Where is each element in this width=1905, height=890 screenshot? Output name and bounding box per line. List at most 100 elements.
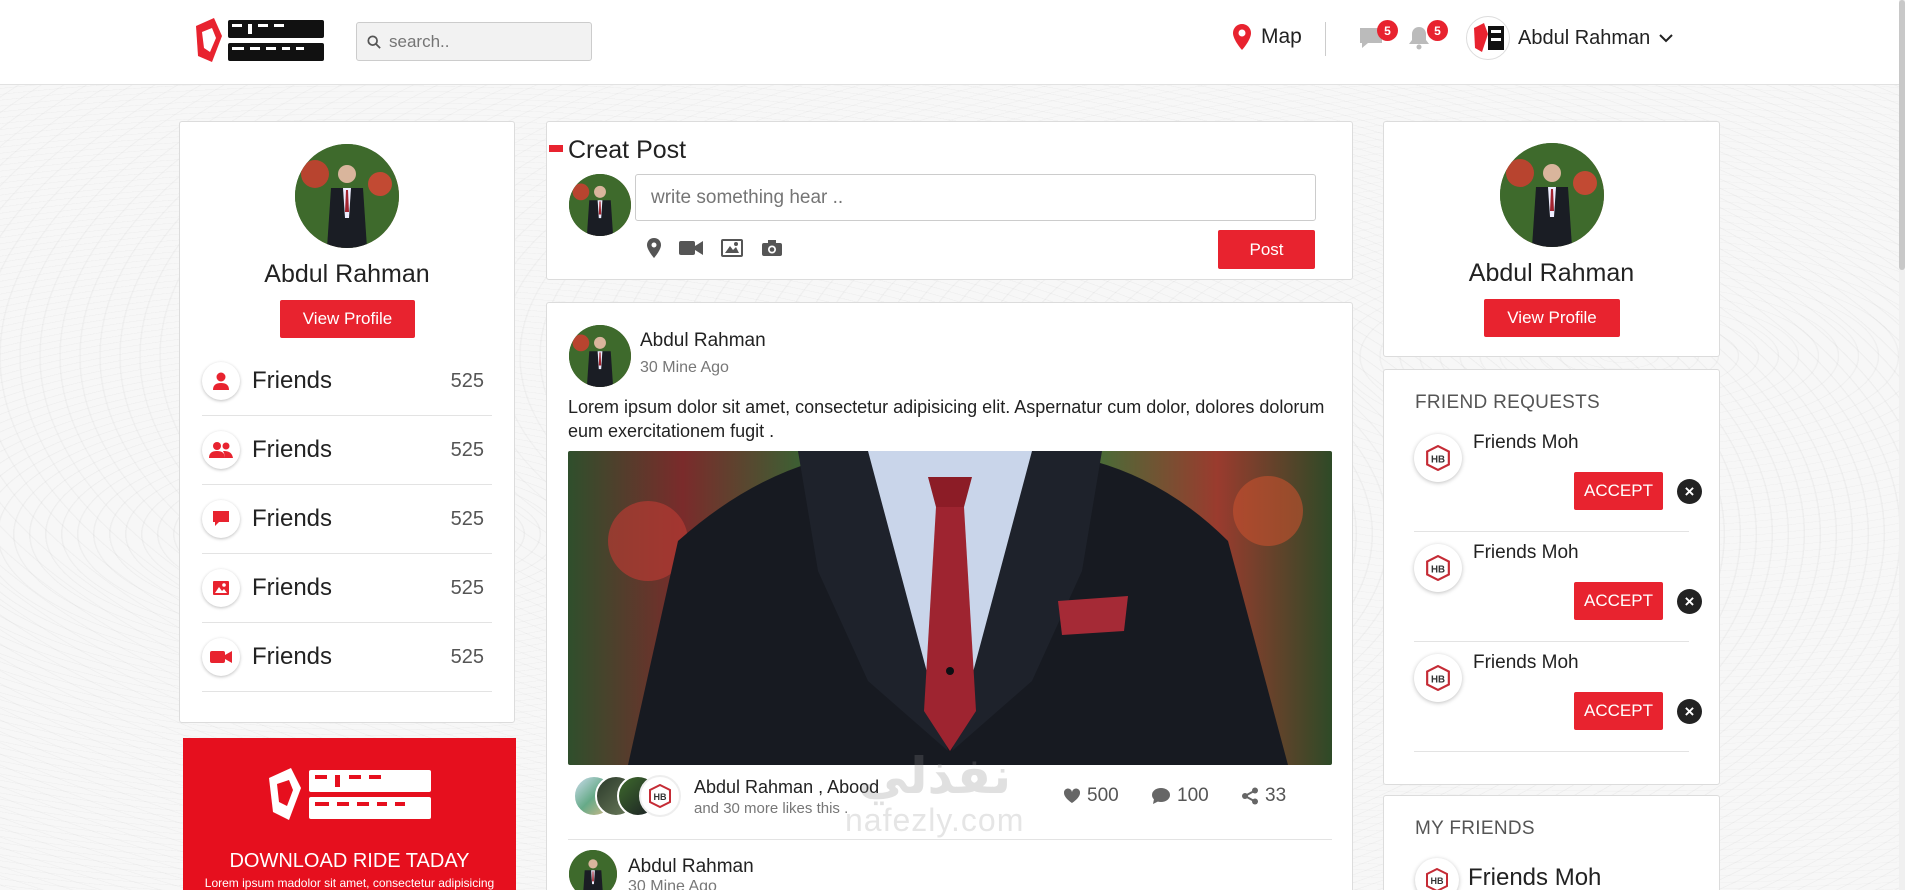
create-post-title: Creat Post bbox=[568, 136, 687, 164]
share-count: 33 bbox=[1265, 785, 1287, 806]
friend-request-item: HB Friends Moh ACCEPT × bbox=[1414, 422, 1702, 532]
user-avatar bbox=[1466, 16, 1510, 60]
share-icon bbox=[1242, 787, 1258, 805]
post-image[interactable] bbox=[568, 451, 1332, 765]
top-navbar: Map 5 5 Abdul Rahman bbox=[0, 0, 1905, 85]
scrollbar-track[interactable] bbox=[1899, 0, 1905, 890]
profile-photo[interactable] bbox=[295, 144, 399, 248]
chevron-down-icon bbox=[1659, 34, 1674, 43]
stat-row-photos[interactable]: Friends 525 bbox=[202, 554, 492, 623]
right-profile-name: Abdul Rahman bbox=[1468, 259, 1635, 287]
messages-button[interactable]: 5 bbox=[1358, 20, 1398, 52]
decline-close-icon[interactable]: × bbox=[1677, 699, 1702, 724]
stat-label: Friends bbox=[252, 643, 333, 670]
friend-name[interactable]: Friends Moh bbox=[1468, 864, 1601, 890]
request-avatar[interactable]: HB bbox=[1414, 654, 1462, 702]
friend-avatar[interactable]: HB bbox=[1415, 858, 1459, 890]
stats-list: Friends 525 Friends 525 Friends 525 Frie… bbox=[180, 347, 514, 692]
users-icon bbox=[202, 431, 240, 469]
request-name[interactable]: Friends Moh bbox=[1473, 542, 1579, 564]
friend-request-item: HB Friends Moh ACCEPT × bbox=[1414, 532, 1702, 642]
user-menu[interactable]: Abdul Rahman bbox=[1466, 16, 1674, 60]
notifications-button[interactable]: 5 bbox=[1408, 20, 1448, 52]
right-view-profile-button[interactable]: View Profile bbox=[1484, 299, 1620, 337]
likers-more: and 30 more likes this . bbox=[694, 800, 849, 817]
comment-icon bbox=[202, 500, 240, 538]
image-icon[interactable] bbox=[721, 239, 743, 257]
stat-count: 525 bbox=[450, 438, 484, 461]
stat-row-messages[interactable]: Friends 525 bbox=[202, 485, 492, 554]
video-camera-icon[interactable] bbox=[679, 240, 703, 256]
post-timestamp: 30 Mine Ago bbox=[640, 359, 729, 376]
comment-author-avatar[interactable] bbox=[569, 850, 617, 890]
ride-traxx-logo[interactable] bbox=[192, 16, 327, 66]
request-avatar[interactable]: HB bbox=[1414, 434, 1462, 482]
stat-count: 525 bbox=[450, 507, 484, 530]
search-icon bbox=[367, 34, 381, 49]
search-input[interactable] bbox=[389, 31, 569, 52]
decline-close-icon[interactable]: × bbox=[1677, 589, 1702, 614]
camera-icon[interactable] bbox=[761, 239, 783, 257]
comment-timestamp: 30 Mine Ago bbox=[628, 878, 717, 890]
post-body-text: Lorem ipsum dolor sit amet, consectetur … bbox=[568, 397, 1325, 441]
request-name[interactable]: Friends Moh bbox=[1473, 652, 1579, 674]
divider bbox=[568, 839, 1332, 840]
scrollbar-thumb[interactable] bbox=[1899, 0, 1905, 270]
heart-icon bbox=[1063, 788, 1081, 803]
svg-text:HB: HB bbox=[1431, 876, 1444, 886]
my-friends-card: MY FRIENDS HB Friends Moh bbox=[1383, 795, 1720, 890]
messages-badge: 5 bbox=[1377, 20, 1398, 41]
friend-requests-list: HB Friends Moh ACCEPT × HB Friends Moh A… bbox=[1384, 422, 1719, 752]
request-avatar[interactable]: HB bbox=[1414, 544, 1462, 592]
map-label: Map bbox=[1261, 25, 1302, 48]
user-icon bbox=[202, 362, 240, 400]
image-icon bbox=[202, 569, 240, 607]
map-link[interactable]: Map bbox=[1233, 24, 1302, 50]
header-divider bbox=[1325, 22, 1326, 56]
stat-count: 525 bbox=[450, 645, 484, 668]
ride-traxx-promo-logo bbox=[269, 768, 431, 820]
svg-text:HB: HB bbox=[654, 792, 667, 802]
post-text-input[interactable] bbox=[635, 174, 1316, 221]
like-button[interactable]: 500 bbox=[1063, 785, 1119, 807]
stat-row-videos[interactable]: Friends 525 bbox=[202, 623, 492, 692]
accept-button[interactable]: ACCEPT bbox=[1574, 692, 1663, 730]
svg-text:HB: HB bbox=[1431, 454, 1445, 465]
comment-author-name[interactable]: Abdul Rahman bbox=[628, 856, 754, 878]
search-box[interactable] bbox=[356, 22, 592, 61]
author-avatar bbox=[569, 174, 631, 236]
post-attach-toolbar bbox=[647, 238, 783, 258]
section-marker bbox=[549, 145, 563, 152]
left-profile-card: Abdul Rahman View Profile Friends 525 Fr… bbox=[179, 121, 515, 723]
promo-text: Lorem ipsum madolor sit amet, consectetu… bbox=[204, 876, 495, 890]
location-icon[interactable] bbox=[647, 238, 661, 258]
stat-row-groups[interactable]: Friends 525 bbox=[202, 416, 492, 485]
promo-title: DOWNLOAD RIDE TADAY bbox=[229, 850, 470, 872]
decline-close-icon[interactable]: × bbox=[1677, 479, 1702, 504]
right-profile-card: Abdul Rahman View Profile bbox=[1383, 121, 1720, 357]
post-author-name[interactable]: Abdul Rahman bbox=[640, 330, 766, 352]
download-promo-banner[interactable]: DOWNLOAD RIDE TADAY Lorem ipsum madolor … bbox=[183, 738, 516, 890]
stat-label: Friends bbox=[252, 436, 333, 463]
feed-post-card: Abdul Rahman 30 Mine Ago Lorem ipsum dol… bbox=[546, 302, 1353, 890]
accept-button[interactable]: ACCEPT bbox=[1574, 582, 1663, 620]
likers-avatars[interactable]: HB bbox=[573, 775, 688, 819]
likers-names[interactable]: Abdul Rahman , Abood bbox=[694, 777, 879, 798]
stat-label: Friends bbox=[252, 367, 333, 394]
request-name[interactable]: Friends Moh bbox=[1473, 432, 1579, 454]
friend-request-item: HB Friends Moh ACCEPT × bbox=[1414, 642, 1702, 752]
user-name: Abdul Rahman bbox=[1518, 26, 1651, 49]
comment-icon bbox=[1152, 788, 1170, 804]
friend-requests-title: FRIEND REQUESTS bbox=[1415, 392, 1601, 413]
view-profile-button[interactable]: View Profile bbox=[280, 300, 415, 338]
accept-button[interactable]: ACCEPT bbox=[1574, 472, 1663, 510]
comment-button[interactable]: 100 bbox=[1151, 785, 1209, 807]
profile-name: Abdul Rahman bbox=[264, 260, 430, 288]
post-button[interactable]: Post bbox=[1218, 230, 1315, 269]
svg-text:HB: HB bbox=[1431, 564, 1445, 575]
post-author-avatar[interactable] bbox=[569, 325, 631, 387]
stat-row-friends[interactable]: Friends 525 bbox=[202, 347, 492, 416]
share-button[interactable]: 33 bbox=[1241, 785, 1286, 807]
stat-count: 525 bbox=[450, 369, 484, 392]
right-profile-photo[interactable] bbox=[1500, 143, 1604, 247]
